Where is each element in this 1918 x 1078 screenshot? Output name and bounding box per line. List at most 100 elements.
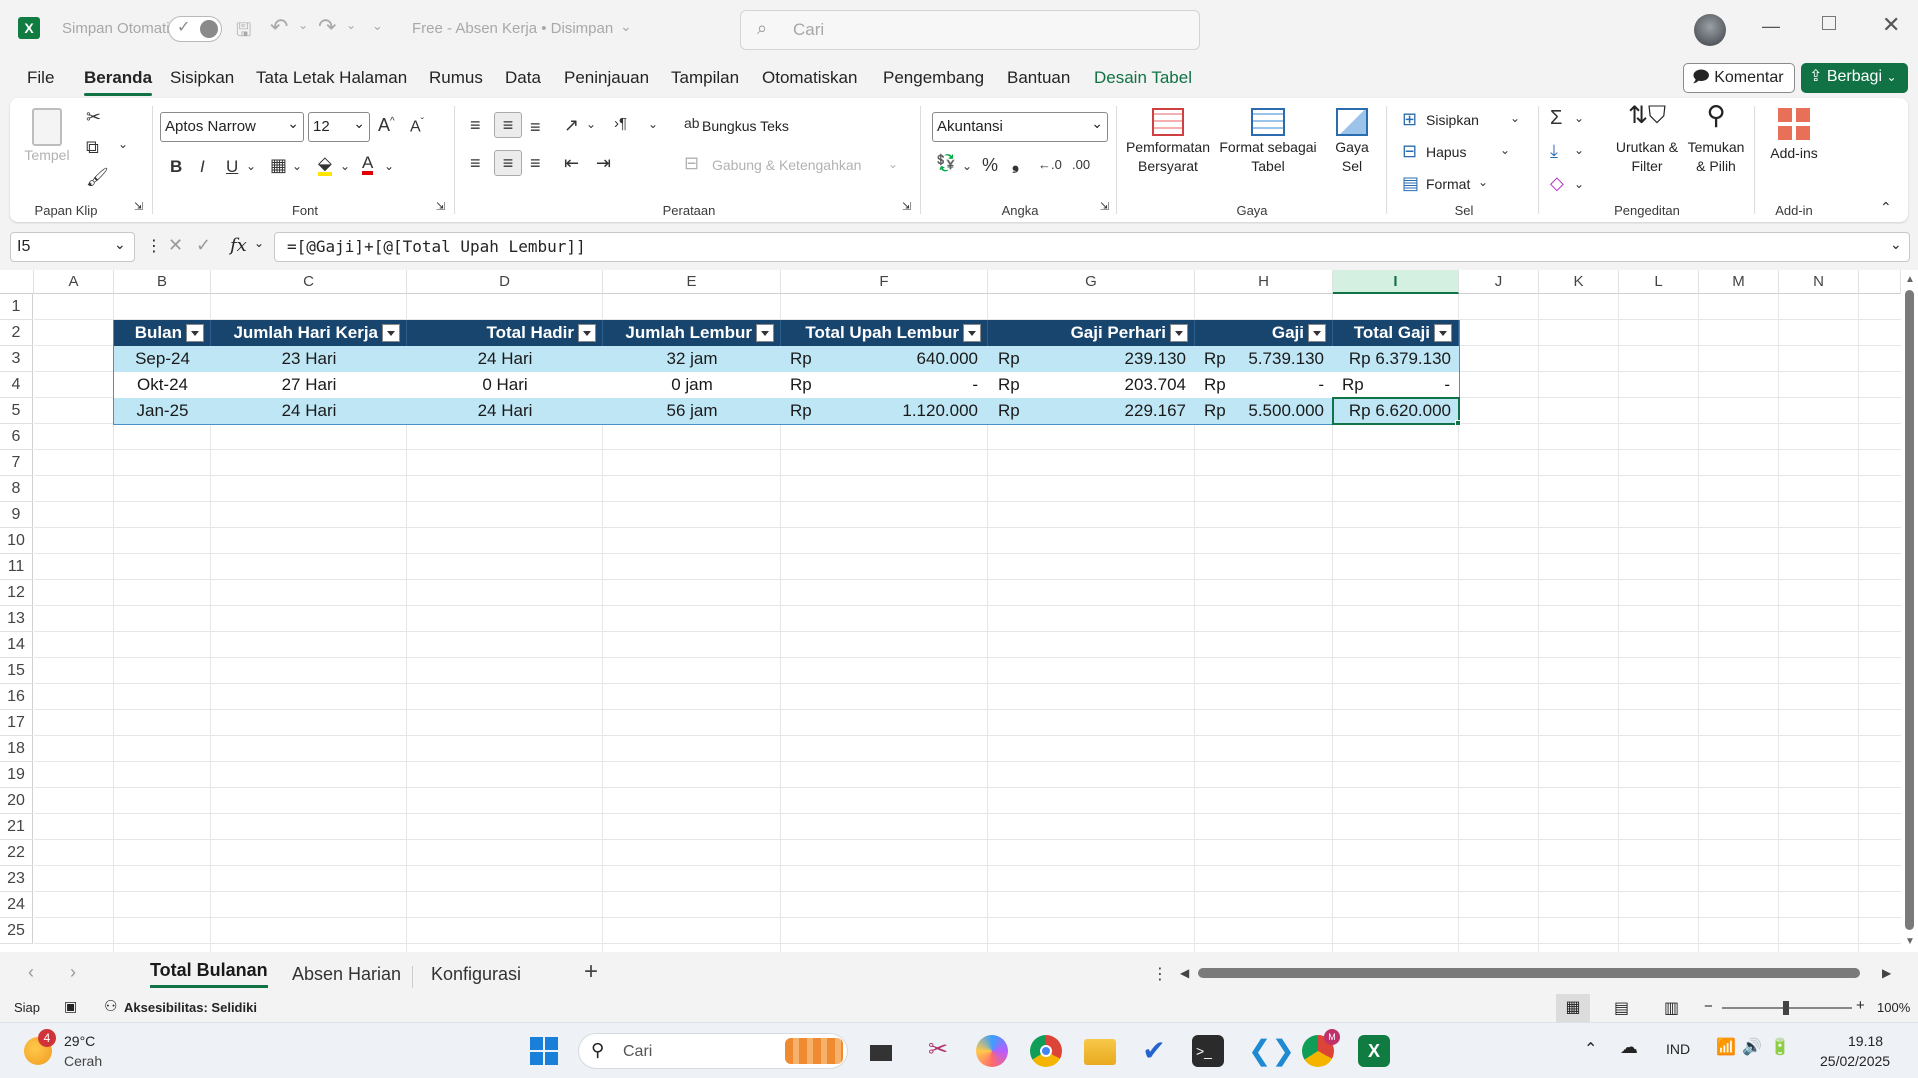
clipboard-launcher-icon[interactable]: ⇲ <box>134 202 143 213</box>
fill-color-icon[interactable]: ⬙ <box>318 154 332 176</box>
borders-dropdown-icon[interactable]: ⌄ <box>292 160 302 172</box>
excel-taskbar-icon[interactable]: X <box>1358 1035 1390 1067</box>
cell-mode-icon[interactable]: ▣ <box>64 998 77 1015</box>
merge-center-button[interactable]: Gabung & Ketengahkan <box>712 157 861 173</box>
font-name-select[interactable]: Aptos Narrow <box>160 109 304 142</box>
delete-dropdown-icon[interactable]: ⌄ <box>1500 144 1510 156</box>
snipping-tool-icon[interactable]: ✂ <box>922 1035 954 1067</box>
accounting-dropdown-icon[interactable]: ⌄ <box>962 160 972 172</box>
bold-icon[interactable]: B <box>170 158 182 175</box>
decrease-font-icon[interactable]: Aˇ <box>410 118 424 135</box>
close-icon[interactable]: ✕ <box>1882 12 1900 38</box>
hscroll-right-icon[interactable]: ▶ <box>1882 966 1891 980</box>
borders-icon[interactable]: ▦ <box>270 156 287 174</box>
todo-icon[interactable]: ✔ <box>1138 1035 1170 1067</box>
weather-temp[interactable]: 29°C <box>64 1033 95 1049</box>
format-dropdown-icon[interactable]: ⌄ <box>1478 176 1488 188</box>
row-header[interactable]: 21 <box>0 814 33 840</box>
vscode-icon[interactable]: ❮❯ <box>1248 1035 1295 1067</box>
cell-bulan[interactable]: Jan-25 <box>114 398 211 424</box>
table-header-total-upah[interactable]: Total Upah Lembur <box>781 320 988 346</box>
cell-total-gaji[interactable]: Rp 6.379.130 <box>1333 346 1451 372</box>
table-header-jumlah-lembur[interactable]: Jumlah Lembur <box>603 320 781 346</box>
expand-formula-icon[interactable]: ⌄ <box>1890 236 1902 253</box>
merge-dropdown-icon[interactable]: ⌄ <box>888 158 898 170</box>
cell-gaji-perhari[interactable]: 203.704 <box>1038 372 1186 398</box>
align-center-icon[interactable]: ≡ <box>494 150 522 176</box>
column-header-m[interactable]: M <box>1699 270 1779 294</box>
restore-icon[interactable] <box>1822 16 1836 30</box>
increase-font-icon[interactable]: A^ <box>378 116 395 134</box>
column-header-e[interactable]: E <box>603 270 781 294</box>
cancel-icon[interactable]: ✕ <box>168 235 183 256</box>
filter-dropdown-icon[interactable] <box>756 324 774 342</box>
wrap-text-icon[interactable]: ab <box>684 116 700 130</box>
formula-input[interactable]: =[@Gaji]+[@[Total Upah Lembur]] <box>274 232 1910 262</box>
number-launcher-icon[interactable]: ⇲ <box>1100 202 1109 213</box>
menu-tata-letak[interactable]: Tata Letak Halaman <box>256 68 407 88</box>
spreadsheet-grid[interactable]: A B C D E F G H I J K L M N 1 2 3 4 5 6 7 8 9 10 1… <box>0 270 1918 952</box>
cell-upah-currency[interactable]: Rp <box>790 372 830 398</box>
table-header-hari-kerja[interactable]: Jumlah Hari Kerja <box>211 320 407 346</box>
fill-icon[interactable]: ⤓ <box>1550 142 1558 160</box>
menu-beranda[interactable]: Beranda <box>84 68 153 96</box>
cell-total-gaji[interactable]: Rp 6.620.000 <box>1333 398 1451 424</box>
row-header[interactable]: 20 <box>0 788 33 814</box>
filter-dropdown-icon[interactable] <box>1308 324 1326 342</box>
row-header[interactable]: 24 <box>0 892 33 918</box>
menu-peninjauan[interactable]: Peninjauan <box>564 68 649 88</box>
menu-file[interactable]: File <box>27 68 54 88</box>
fill-dropdown-icon[interactable]: ⌄ <box>1574 144 1584 156</box>
cell-gaji[interactable]: 5.500.000 <box>1240 398 1324 424</box>
cell-total-upah[interactable]: 640.000 <box>830 346 978 372</box>
wifi-icon[interactable]: 📶 <box>1716 1037 1736 1057</box>
row-header[interactable]: 2 <box>0 320 33 346</box>
enter-icon[interactable]: ✓ <box>196 235 211 256</box>
accessibility-status[interactable]: Aksesibilitas: Selidiki <box>124 1000 257 1015</box>
start-windows-icon[interactable] <box>530 1037 558 1065</box>
table-header-total-gaji[interactable]: Total Gaji <box>1333 320 1459 346</box>
column-header-n[interactable]: N <box>1779 270 1859 294</box>
menu-otomatiskan[interactable]: Otomatiskan <box>762 68 857 88</box>
align-right-icon[interactable]: ≡ <box>530 154 541 172</box>
autosum-dropdown-icon[interactable]: ⌄ <box>1574 112 1584 124</box>
search-box[interactable]: ⌕ Cari <box>740 10 1200 50</box>
next-sheet-icon[interactable]: › <box>70 962 76 983</box>
filter-dropdown-icon[interactable] <box>1434 324 1452 342</box>
column-header-a[interactable]: A <box>34 270 114 294</box>
delete-cells-button[interactable]: Hapus <box>1426 144 1466 160</box>
comment-button[interactable]: 🗩 Komentar <box>1683 63 1795 93</box>
row-header[interactable]: 4 <box>0 372 33 398</box>
copy-icon[interactable]: ⧉ <box>86 138 99 156</box>
terminal-icon[interactable]: >_ <box>1192 1035 1224 1067</box>
save-icon[interactable]: 🖫 <box>236 18 251 48</box>
cell-gaji[interactable]: 5.739.130 <box>1240 346 1324 372</box>
wrap-text-button[interactable]: Bungkus Teks <box>702 118 789 134</box>
row-header[interactable]: 15 <box>0 658 33 684</box>
rtl-dropdown-icon[interactable]: ⌄ <box>648 118 658 130</box>
menu-desain-tabel[interactable]: Desain Tabel <box>1094 68 1192 88</box>
cut-icon[interactable]: ✂ <box>86 108 101 126</box>
column-header-j[interactable]: J <box>1459 270 1539 294</box>
row-header[interactable]: 13 <box>0 606 33 632</box>
percent-icon[interactable]: % <box>982 156 998 174</box>
cloud-icon[interactable]: ☁ <box>1620 1037 1638 1058</box>
font-color-icon[interactable]: A <box>362 154 374 175</box>
filter-dropdown-icon[interactable] <box>1170 324 1188 342</box>
cell-hari-kerja[interactable]: 24 Hari <box>211 398 407 424</box>
zoom-slider-thumb[interactable] <box>1783 1001 1789 1015</box>
column-header-d[interactable]: D <box>407 270 603 294</box>
cell-total-upah[interactable]: - <box>830 372 978 398</box>
format-cells-button[interactable]: Format <box>1426 176 1470 192</box>
filter-dropdown-icon[interactable] <box>186 324 204 342</box>
file-explorer-icon[interactable] <box>1084 1039 1116 1065</box>
cell-hari-kerja[interactable]: 23 Hari <box>211 346 407 372</box>
column-header-b[interactable]: B <box>114 270 211 294</box>
tabs-more-icon[interactable]: ⋮ <box>1152 964 1168 984</box>
cell-perhari-currency[interactable]: Rp <box>998 398 1038 424</box>
underline-dropdown-icon[interactable]: ⌄ <box>246 160 256 172</box>
cell-jumlah-lembur[interactable]: 0 jam <box>603 372 781 398</box>
underline-icon[interactable]: U <box>226 158 238 175</box>
filter-dropdown-icon[interactable] <box>963 324 981 342</box>
more-icon[interactable]: ⋮ <box>146 236 162 256</box>
